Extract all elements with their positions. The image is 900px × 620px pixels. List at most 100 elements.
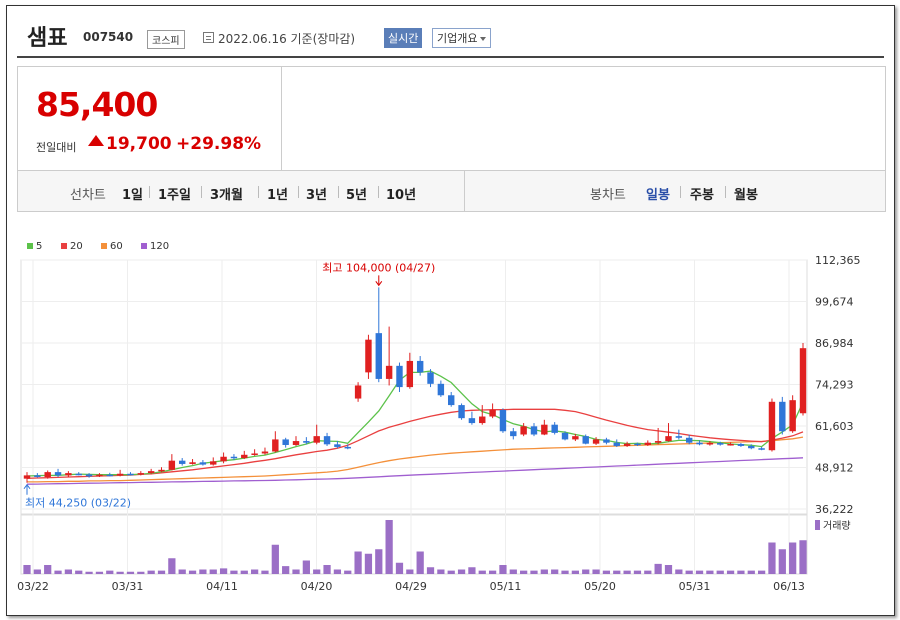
tab-weekly-candle[interactable]: 주봉: [690, 184, 714, 203]
tab-period-5y[interactable]: 5년: [346, 184, 367, 203]
volume-bar: [757, 570, 766, 574]
tab-monthly-candle[interactable]: 월봉: [734, 184, 758, 203]
candle-body: [344, 446, 351, 449]
tab-divider: [338, 186, 339, 198]
volume-bar: [416, 551, 424, 574]
volume-bar: [675, 569, 683, 574]
volume-bar: [716, 570, 724, 574]
candle-body: [530, 426, 538, 435]
price-axis: 112,365 99,674 86,984 74,293 61,603 48,912 36,…: [815, 254, 861, 516]
volume-bar: [447, 570, 455, 574]
candle-body: [654, 441, 662, 443]
price-plot-frame: [20, 259, 808, 516]
tab-daily-candle[interactable]: 일봉: [646, 184, 670, 203]
tab-divider: [258, 186, 259, 198]
legend-label: 120: [150, 241, 169, 252]
volume-bar: [747, 570, 755, 574]
volume-bar: [375, 549, 383, 574]
candle-body: [479, 416, 486, 424]
candle-body: [230, 456, 238, 459]
volume-bar: [406, 569, 414, 574]
volume-bar: [137, 571, 145, 574]
volume-bar: [219, 568, 228, 574]
candle-body: [158, 469, 165, 472]
line-chart-label: 선차트: [70, 188, 106, 203]
candle-body: [779, 401, 786, 432]
volume-bar: [457, 569, 466, 574]
tab-divider: [201, 186, 202, 198]
tab-period-10y[interactable]: 10년: [386, 184, 416, 203]
candle-body: [168, 460, 176, 470]
candle-body: [396, 365, 403, 388]
volume-bar: [613, 570, 621, 574]
tab-period-3y[interactable]: 3년: [306, 184, 327, 203]
candle-body: [220, 456, 227, 462]
realtime-button[interactable]: 실시간: [384, 28, 423, 48]
legend-label: 20: [70, 241, 83, 252]
volume-bar: [685, 570, 693, 574]
date-tick-label: 05/20: [584, 580, 616, 593]
candle-body: [354, 385, 362, 399]
volume-bar: [664, 565, 673, 574]
chart-legend: 5 20 60 120: [27, 241, 169, 252]
volume-bar: [768, 542, 776, 574]
candle-body: [468, 418, 476, 424]
candle-body: [292, 441, 300, 445]
candle-body: [65, 473, 72, 476]
date-tick-label: 04/11: [206, 580, 238, 593]
tab-divider: [378, 186, 379, 198]
volume-bar: [633, 570, 642, 574]
candle-body: [437, 383, 445, 396]
date-tick-label: 03/22: [17, 580, 49, 593]
volume-bar: [106, 570, 114, 574]
candle-body: [137, 473, 145, 475]
volume-bar: [592, 569, 600, 574]
price-change-percent: +29.98%: [176, 134, 262, 154]
tab-divider: [725, 186, 726, 198]
candle-body: [334, 444, 341, 447]
candle-body: [499, 409, 507, 432]
candle-body: [313, 436, 320, 443]
volume-bar: [157, 570, 166, 574]
volume-bar: [240, 570, 248, 574]
volume-bar: [199, 569, 207, 574]
candle-body: [365, 339, 372, 373]
volume-bar: [116, 571, 124, 574]
candle-body: [178, 460, 186, 464]
tab-period-1d[interactable]: 1일: [122, 184, 143, 203]
tab-period-1w[interactable]: 1주일: [158, 184, 191, 203]
candle-body: [623, 443, 631, 446]
candle-body: [799, 348, 807, 414]
date-axis: 03/22 03/31 04/11 04/20 04/29 05/11 05/20 05/31…: [17, 580, 805, 593]
candle-body: [789, 400, 796, 432]
volume-bar: [292, 569, 300, 574]
tab-period-1y[interactable]: 1년: [267, 184, 288, 203]
volume-bar: [520, 570, 528, 574]
volume-bar: [426, 567, 435, 574]
candlesticks: [23, 287, 807, 483]
legend-swatch: [101, 243, 107, 249]
volume-bar: [644, 570, 652, 574]
reference-date: 2022.06.16 기준(장마감): [218, 32, 356, 46]
chart-grid: [20, 259, 808, 575]
volume-bar: [789, 542, 797, 574]
tab-period-3m[interactable]: 3개월: [210, 184, 243, 203]
company-overview-dropdown[interactable]: 기업개요: [432, 28, 492, 48]
volume-bar: [726, 570, 735, 574]
stock-header: 샘표 007540 코스피 2022.06.16 기준(장마감) 실시간 기업개…: [7, 6, 894, 56]
candle-body: [282, 439, 289, 445]
legend-swatch: [141, 243, 147, 249]
company-overview-label: 기업개요: [437, 32, 478, 45]
candle-body: [96, 474, 103, 477]
candle-body: [106, 474, 113, 477]
volume-legend-swatch: [815, 520, 820, 530]
volume-bar: [75, 570, 83, 574]
candle-body: [685, 437, 693, 443]
candle-body: [199, 462, 207, 465]
volume-bar: [147, 570, 155, 574]
date-tick-label: 06/13: [773, 580, 805, 593]
volume-bar: [530, 570, 538, 574]
volume-bar: [571, 570, 579, 574]
volume-label: 거래량: [823, 520, 851, 532]
volume-bar: [261, 570, 269, 574]
